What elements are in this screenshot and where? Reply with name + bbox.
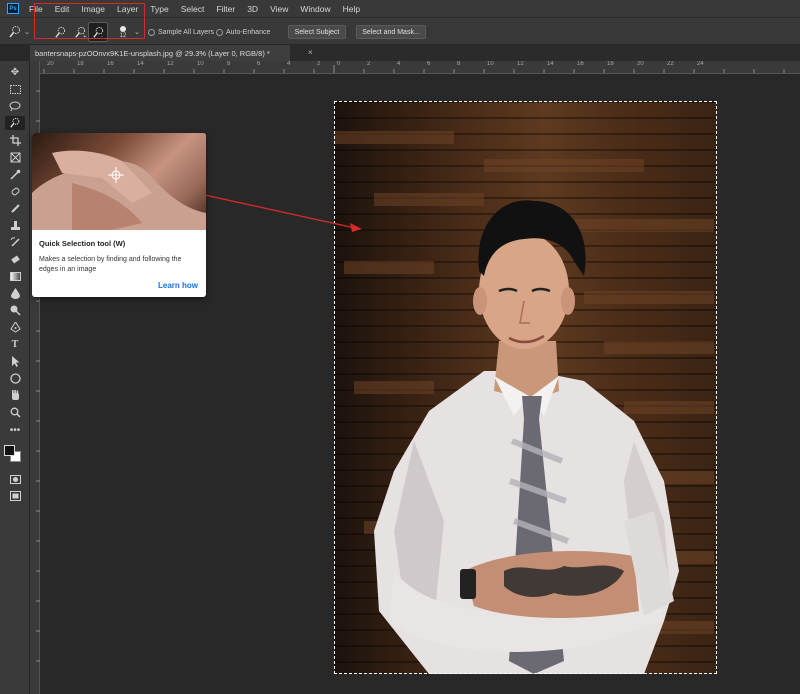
menu-type[interactable]: Type <box>150 4 168 14</box>
menu-3d[interactable]: 3D <box>247 4 258 14</box>
ruler-label: 18 <box>607 61 614 67</box>
ruler-label: 12 <box>517 61 524 67</box>
menu-help[interactable]: Help <box>343 4 360 14</box>
auto-enhance-label: Auto-Enhance <box>226 28 271 36</box>
clone-stamp-tool-icon[interactable] <box>5 218 25 232</box>
screen-mode-icon[interactable] <box>5 489 25 503</box>
ruler-label: 6 <box>427 61 431 67</box>
sample-all-layers-checkbox[interactable]: Sample All Layers <box>148 28 215 36</box>
menu-filter[interactable]: Filter <box>216 4 235 14</box>
tool-preset-picker[interactable]: ⌄ <box>8 18 34 46</box>
path-selection-tool-icon[interactable] <box>5 354 25 368</box>
dodge-tool-icon[interactable] <box>5 303 25 317</box>
brush-tool-icon[interactable] <box>5 201 25 215</box>
tooltip-description: Makes a selection by finding and followi… <box>39 256 182 273</box>
ruler-label: 20 <box>637 61 644 67</box>
history-brush-tool-icon[interactable] <box>5 235 25 249</box>
pen-tool-icon[interactable] <box>5 320 25 334</box>
lasso-tool-icon[interactable] <box>5 99 25 113</box>
menu-window[interactable]: Window <box>300 4 330 14</box>
menu-view[interactable]: View <box>270 4 288 14</box>
move-tool-icon[interactable]: ✥ <box>5 65 25 79</box>
ellipse-tool-icon[interactable] <box>5 371 25 385</box>
ruler-label: 20 <box>47 61 54 67</box>
ruler-top[interactable]: 20 18 16 14 12 10 8 6 4 2 0 2 4 6 8 10 1… <box>40 61 800 74</box>
select-subject-button[interactable]: Select Subject <box>288 25 346 39</box>
ruler-label: 8 <box>227 61 231 67</box>
type-tool-icon[interactable]: T <box>5 337 25 351</box>
close-tab-icon[interactable]: × <box>308 48 313 57</box>
quick-selection-icon <box>9 26 20 38</box>
hand-photo <box>32 150 206 230</box>
select-and-mask-button[interactable]: Select and Mask... <box>356 25 426 39</box>
ruler-label: 6 <box>257 61 261 67</box>
tools-panel: ✥ T ••• <box>0 61 30 694</box>
learn-how-link[interactable]: Learn how <box>158 281 198 290</box>
marquee-tool-icon[interactable] <box>5 82 25 96</box>
eraser-tool-icon[interactable] <box>5 252 25 266</box>
ruler-label: 2 <box>367 61 371 67</box>
sample-all-layers-box[interactable] <box>148 28 155 36</box>
more-tools-icon[interactable]: ••• <box>5 423 25 437</box>
auto-enhance-checkbox[interactable]: Auto-Enhance <box>216 28 271 36</box>
document-tab-bar: bantersnaps-pzOOnvx9K1E-unsplash.jpg @ 2… <box>30 45 800 61</box>
ruler-label: 10 <box>197 61 204 67</box>
ruler-label: 16 <box>107 61 114 67</box>
sample-all-layers-label: Sample All Layers <box>158 28 215 36</box>
ruler-label: 14 <box>137 61 144 67</box>
portrait-photo <box>334 101 717 674</box>
ruler-label: 12 <box>167 61 174 67</box>
ruler-label: 8 <box>457 61 461 67</box>
tooltip-title: Quick Selection tool (W) <box>39 239 126 248</box>
ruler-label: 14 <box>547 61 554 67</box>
ruler-label: 0 <box>337 61 341 67</box>
chevron-down-icon: ⌄ <box>24 29 30 36</box>
blur-tool-icon[interactable] <box>5 286 25 300</box>
photoshop-logo: Ps <box>7 3 19 14</box>
document-tab[interactable]: bantersnaps-pzOOnvx9K1E-unsplash.jpg @ 2… <box>30 45 290 61</box>
quick-mask-icon[interactable] <box>5 472 25 486</box>
ruler-label: 24 <box>697 61 704 67</box>
quick-selection-tool-icon[interactable] <box>5 116 25 130</box>
frame-tool-icon[interactable] <box>5 150 25 164</box>
crop-tool-icon[interactable] <box>5 133 25 147</box>
ruler-label: 2 <box>317 61 321 67</box>
healing-brush-tool-icon[interactable] <box>5 184 25 198</box>
hand-tool-icon[interactable] <box>5 388 25 402</box>
ruler-label: 16 <box>577 61 584 67</box>
tool-tooltip-card: Quick Selection tool (W) Makes a selecti… <box>32 133 206 297</box>
gradient-tool-icon[interactable] <box>5 269 25 283</box>
document-title: bantersnaps-pzOOnvx9K1E-unsplash.jpg @ 2… <box>35 48 270 58</box>
ruler-label: 18 <box>77 61 84 67</box>
ruler-label: 10 <box>487 61 494 67</box>
eyedropper-tool-icon[interactable] <box>5 167 25 181</box>
zoom-tool-icon[interactable] <box>5 405 25 419</box>
subject-figure <box>374 200 679 674</box>
ruler-label: 4 <box>397 61 401 67</box>
ruler-ticks <box>43 65 785 73</box>
foreground-color-swatch[interactable] <box>4 445 15 456</box>
annotation-highlight-box <box>34 3 145 39</box>
ruler-label: 22 <box>667 61 674 67</box>
tooltip-preview-image <box>32 133 206 230</box>
ruler-label: 4 <box>287 61 291 67</box>
auto-enhance-box[interactable] <box>216 28 223 36</box>
menu-select[interactable]: Select <box>181 4 205 14</box>
